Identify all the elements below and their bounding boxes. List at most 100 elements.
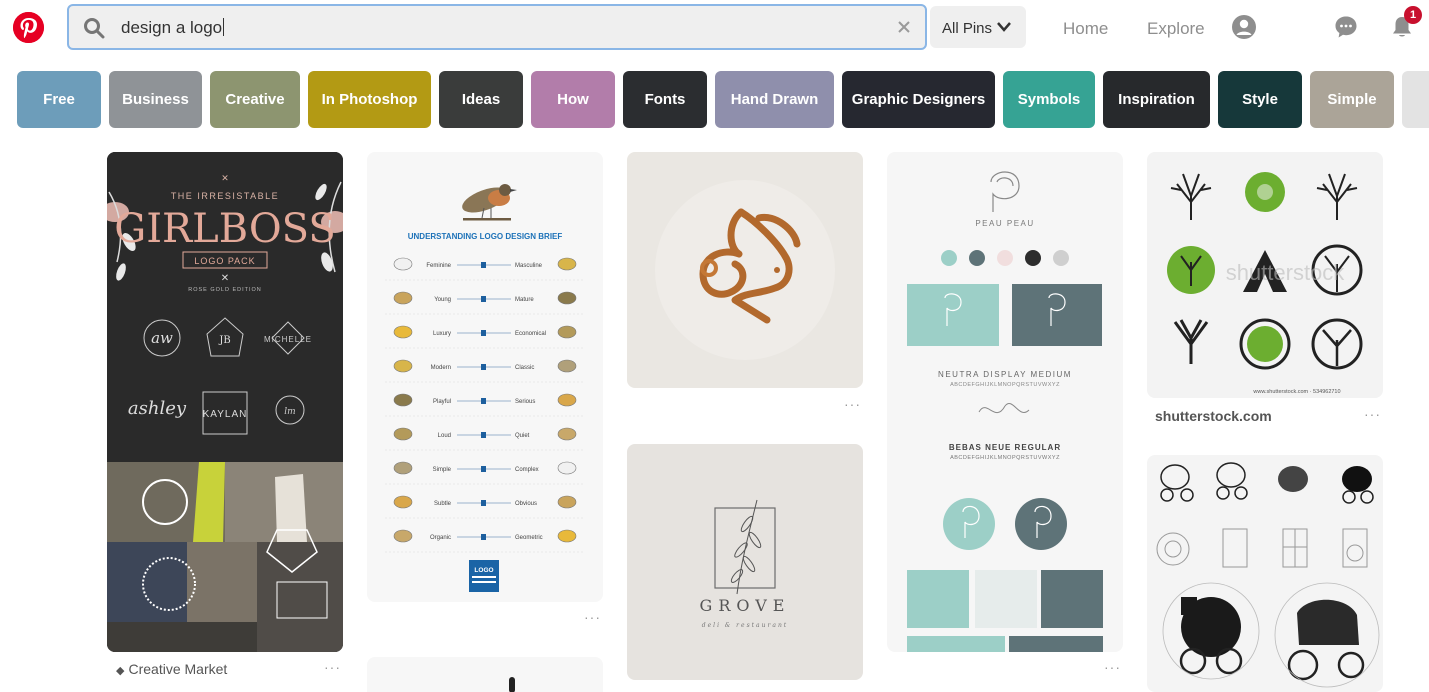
profile-icon[interactable] <box>1232 15 1256 39</box>
chip-free[interactable]: Free <box>17 71 101 128</box>
brief-slider-knob <box>481 500 486 506</box>
font-sample-neutra-alphabet: ABCDEFGHIJKLMNOPQRSTUVWXYZ <box>950 382 1060 388</box>
color-swatch <box>941 250 957 266</box>
brief-right-label: Serious <box>515 399 535 405</box>
chip-business[interactable]: Business <box>109 71 202 128</box>
guided-search-chips: Free Business Creative In Photoshop Idea… <box>0 71 1429 129</box>
color-swatch <box>1053 250 1069 266</box>
brief-right-label: Economical <box>515 331 546 337</box>
more-options-icon[interactable]: ··· <box>1104 659 1121 675</box>
olive-branch-icon <box>730 499 762 595</box>
svg-text:✕: ✕ <box>221 273 229 284</box>
search-scope-label: All Pins <box>942 20 993 37</box>
bird-icon <box>557 461 577 475</box>
girlboss-edition: ROSE GOLD EDITION <box>188 287 262 293</box>
brief-slider-knob <box>481 364 486 370</box>
color-swatch <box>997 250 1013 266</box>
bird-icon <box>393 359 413 373</box>
mini-logo-ashley: ashley <box>128 398 187 419</box>
brief-logo-badge-text: LOGO <box>474 567 493 574</box>
bird-icon <box>557 427 577 441</box>
chip-how[interactable]: How <box>531 71 615 128</box>
brief-slider-knob <box>481 296 486 302</box>
shutterstock-watermark: shutterstock <box>1226 260 1346 285</box>
chip-creative[interactable]: Creative <box>210 71 300 128</box>
brief-heading: UNDERSTANDING LOGO DESIGN BRIEF <box>408 232 563 241</box>
font-sample-neutra: NEUTRA DISPLAY MEDIUM <box>938 370 1072 379</box>
brief-slider-knob <box>481 330 486 336</box>
color-swatches <box>941 250 1069 266</box>
nav-explore-link[interactable]: Explore <box>1147 19 1205 39</box>
chip-ideas[interactable]: Ideas <box>439 71 523 128</box>
pin-partial-item[interactable] <box>367 657 603 692</box>
brief-right-label: Masculine <box>515 263 543 269</box>
girlboss-ribbon: LOGO PACK <box>194 256 255 266</box>
search-input[interactable]: design a logo <box>121 18 224 38</box>
pinterest-logo-icon[interactable] <box>13 12 44 43</box>
brief-right-label: Classic <box>515 365 534 371</box>
chip-hand-drawn[interactable]: Hand Drawn <box>715 71 834 128</box>
brief-left-label: Young <box>434 297 451 303</box>
messages-icon[interactable] <box>1334 15 1358 39</box>
brief-left-label: Loud <box>438 433 451 439</box>
more-options-icon[interactable]: ··· <box>844 396 861 412</box>
search-scope-dropdown[interactable]: All Pins <box>930 6 1026 48</box>
search-bar[interactable]: design a logo <box>67 4 927 50</box>
nav-home-link[interactable]: Home <box>1063 19 1108 39</box>
brief-slider-knob <box>481 398 486 404</box>
pin-rabbit-logo[interactable] <box>627 152 863 388</box>
more-options-icon[interactable]: ··· <box>584 609 601 625</box>
chip-more[interactable] <box>1402 71 1429 128</box>
font-sample-bebas: BEBAS NEUE REGULAR <box>949 443 1061 452</box>
chip-symbols[interactable]: Symbols <box>1003 71 1095 128</box>
bird-icon <box>557 359 577 373</box>
brief-left-label: Feminine <box>426 263 451 269</box>
chip-in-photoshop[interactable]: In Photoshop <box>308 71 431 128</box>
pin-source-link[interactable]: ◆ Creative Market <box>116 661 227 677</box>
bird-icon <box>393 291 413 305</box>
brief-right-label: Obvious <box>515 501 537 507</box>
more-options-icon[interactable]: ··· <box>1364 406 1381 422</box>
grove-brand-name: GROVE <box>700 596 791 615</box>
pin-tree-logos[interactable]: shutterstock www.shutterstock.com · 5349… <box>1147 152 1383 398</box>
pin-logo-design-brief[interactable]: UNDERSTANDING LOGO DESIGN BRIEF Feminine… <box>367 152 603 602</box>
bird-icon <box>557 325 577 339</box>
brief-left-label: Playful <box>433 399 451 405</box>
grove-subtitle: deli & restaurant <box>702 622 788 629</box>
mini-logo-kaylan: KAYLAN <box>203 409 248 420</box>
tag-icon: ◆ <box>116 665 125 677</box>
chip-fonts[interactable]: Fonts <box>623 71 707 128</box>
bird-icon <box>557 495 577 509</box>
bird-icon <box>393 325 413 339</box>
mini-logo-jb: JB <box>218 335 230 346</box>
brief-slider-knob <box>481 534 486 540</box>
top-bar: design a logo All Pins Home Explore 1 <box>0 0 1429 56</box>
pin-peau-peau-brand-board[interactable]: PEAU PEAU NEUTRA DISPLAY MEDIUM ABCDEFGH… <box>887 152 1123 652</box>
pin-grove-logo[interactable]: GROVE deli & restaurant <box>627 444 863 680</box>
more-options-icon[interactable]: ··· <box>324 659 341 675</box>
notification-count-badge: 1 <box>1404 6 1422 24</box>
chip-inspiration[interactable]: Inspiration <box>1103 71 1210 128</box>
bird-icon <box>393 529 413 543</box>
chip-graphic-designers[interactable]: Graphic Designers <box>842 71 995 128</box>
bird-icon <box>393 427 413 441</box>
color-swatch <box>969 250 985 266</box>
font-sample-bebas-alphabet: ABCDEFGHIJKLMNOPQRSTUVWXYZ <box>950 455 1060 461</box>
mini-logo-michelle: MICHELLE <box>264 335 312 344</box>
bird-icon <box>557 257 577 271</box>
brief-left-label: Luxury <box>433 331 451 337</box>
brief-slider-knob <box>481 262 486 268</box>
pin-bear-on-bicycle-logos[interactable] <box>1147 455 1383 692</box>
chip-simple[interactable]: Simple <box>1310 71 1394 128</box>
pin-source-link[interactable]: shutterstock.com <box>1155 408 1272 424</box>
color-swatch <box>1025 250 1041 266</box>
chip-style[interactable]: Style <box>1218 71 1302 128</box>
brief-slider-knob <box>481 466 486 472</box>
pin-girlboss-logo-pack[interactable]: ✕ THE IRRESISTABLE GIRLBOSS LOGO PACK ✕ … <box>107 152 343 652</box>
clear-icon[interactable] <box>895 18 913 36</box>
bird-icon <box>393 461 413 475</box>
peau-logo-icon <box>990 171 1020 212</box>
peau-brand-name: PEAU PEAU <box>975 219 1034 228</box>
svg-text:aw: aw <box>151 329 173 347</box>
brief-right-label: Quiet <box>515 433 530 439</box>
